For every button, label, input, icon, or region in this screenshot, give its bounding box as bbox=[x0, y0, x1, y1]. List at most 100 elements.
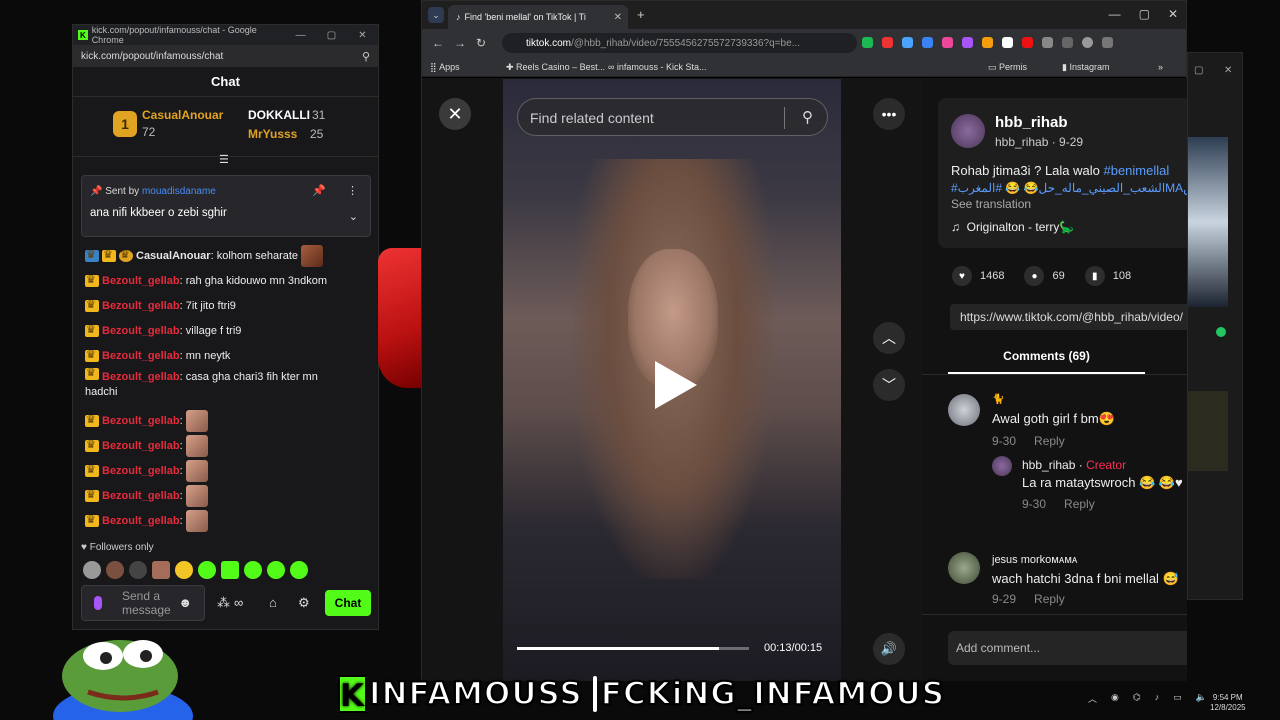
infinity-icon[interactable]: ∞ bbox=[234, 595, 243, 610]
chevron-down-icon[interactable]: ⌄ bbox=[349, 210, 358, 223]
add-comment-input[interactable]: Add comment... bbox=[948, 631, 1187, 665]
gear-icon[interactable]: ⚙ bbox=[298, 595, 310, 611]
author-name[interactable]: hbb_rihab bbox=[995, 114, 1068, 131]
chat-username[interactable]: Bezoult_gellab bbox=[102, 324, 180, 338]
taskbar-clock[interactable]: 9:54 PM 12/8/2025 bbox=[1210, 693, 1246, 713]
progress-bar[interactable] bbox=[517, 647, 749, 650]
music-link[interactable]: ♫ Originalton - terry🦕 bbox=[951, 220, 1074, 234]
caption-hashtags[interactable]: #الشعب_الصيني_ماله_حل😂 😂 #المغربMAونس bbox=[951, 181, 1187, 195]
extension-icon[interactable] bbox=[962, 37, 973, 48]
volume-icon[interactable]: 🔈 bbox=[1196, 692, 1207, 705]
reply-author[interactable]: hbb_rihab bbox=[1022, 458, 1075, 472]
emote-icon[interactable] bbox=[152, 561, 170, 579]
reply-button[interactable]: Reply bbox=[1064, 497, 1095, 511]
zoom-icon[interactable]: ⚲ bbox=[362, 50, 370, 63]
chat-username[interactable]: CasualAnouar bbox=[136, 249, 211, 263]
kick-url-bar[interactable]: kick.com/popout/infamouss/chat ⚲ bbox=[73, 45, 378, 67]
menu-icon[interactable] bbox=[1102, 37, 1113, 48]
puzzle-icon[interactable] bbox=[1042, 37, 1053, 48]
pinned-sender[interactable]: mouadisdaname bbox=[142, 186, 216, 197]
previous-video-button[interactable]: ︿ bbox=[873, 322, 905, 354]
leader-name[interactable]: MrYusss bbox=[248, 127, 297, 141]
thumbnail[interactable] bbox=[1188, 391, 1228, 471]
network-icon[interactable]: ▭ bbox=[1173, 692, 1182, 705]
store-icon[interactable]: ⌂ bbox=[269, 595, 277, 610]
new-tab-icon[interactable]: + bbox=[637, 7, 645, 22]
minimize-icon[interactable]: — bbox=[1109, 7, 1121, 21]
see-translation-link[interactable]: See translation bbox=[951, 197, 1031, 211]
pinned-message[interactable]: 📌 Sent by mouadisdaname 📌 ⋮ ana nifi kkb… bbox=[81, 175, 371, 237]
share-url-field[interactable]: https://www.tiktok.com/@hbb_rihab/video/ bbox=[950, 304, 1187, 330]
media-icon[interactable] bbox=[1062, 37, 1073, 48]
extension-icon[interactable] bbox=[902, 37, 913, 48]
chat-username[interactable]: Bezoult_gellab bbox=[102, 299, 180, 313]
search-icon[interactable]: ⚲ bbox=[802, 108, 813, 126]
find-related-search[interactable]: Find related content ⚲ bbox=[517, 98, 828, 136]
extension-icon[interactable] bbox=[982, 37, 993, 48]
maximize-icon[interactable]: ▢ bbox=[1139, 7, 1150, 21]
tab-tiktok[interactable]: ♪ Find 'beni mellal' on TikTok | Ti ✕ bbox=[448, 5, 628, 29]
chevron-up-icon[interactable]: ︿ bbox=[1088, 692, 1097, 705]
mic-icon[interactable]: ♪ bbox=[1155, 692, 1160, 705]
bookmark-kick[interactable]: ∞ infamouss - Kick Sta... bbox=[608, 62, 706, 72]
like-button[interactable]: ♥ 1468 bbox=[952, 266, 1004, 286]
hashtag-link[interactable]: #benimellal bbox=[1103, 163, 1169, 178]
emote-icon[interactable] bbox=[175, 561, 193, 579]
emote-icon[interactable] bbox=[198, 561, 216, 579]
leader-name[interactable]: CasualAnouar bbox=[142, 108, 223, 122]
extension-icon[interactable] bbox=[1002, 37, 1013, 48]
chat-username[interactable]: Bezoult_gellab bbox=[102, 371, 180, 383]
expand-arrow-icon[interactable]: ☰ bbox=[219, 153, 229, 166]
emote-icon[interactable] bbox=[106, 561, 124, 579]
more-icon[interactable]: ⋮ bbox=[347, 184, 358, 197]
emoji-icon[interactable]: ☻ bbox=[178, 595, 192, 610]
avatar[interactable] bbox=[948, 394, 980, 426]
emote-icon[interactable] bbox=[129, 561, 147, 579]
mic-icon[interactable] bbox=[94, 596, 102, 610]
leader-name[interactable]: DOKKALLI bbox=[248, 108, 310, 122]
save-button[interactable]: ▮ 108 bbox=[1084, 266, 1131, 286]
close-icon[interactable]: ✕ bbox=[1168, 7, 1178, 21]
chat-send-button[interactable]: Chat bbox=[325, 590, 371, 616]
reply-button[interactable]: Reply bbox=[1034, 434, 1065, 448]
emote-icon[interactable] bbox=[290, 561, 308, 579]
chat-username[interactable]: Bezoult_gellab bbox=[102, 514, 180, 528]
comment-username[interactable]: 🐈 bbox=[992, 394, 1004, 405]
close-icon[interactable]: ✕ bbox=[347, 30, 378, 41]
address-bar[interactable]: tiktok.com/@hbb_rihab/video/755545627557… bbox=[502, 33, 857, 53]
extension-icon[interactable] bbox=[942, 37, 953, 48]
maximize-icon[interactable]: ▢ bbox=[316, 30, 347, 41]
minimize-icon[interactable]: — bbox=[285, 30, 316, 41]
pin-icon[interactable]: 📌 bbox=[312, 184, 326, 197]
chat-tools-icon[interactable]: ⁂ bbox=[217, 595, 230, 611]
comment-username[interactable]: jesus morkoᴍᴀᴍᴀ bbox=[992, 554, 1077, 566]
close-icon[interactable]: ✕ bbox=[1224, 65, 1232, 76]
reload-icon[interactable]: ↻ bbox=[476, 36, 486, 50]
chat-username[interactable]: Bezoult_gellab bbox=[102, 274, 180, 288]
tab-comments[interactable]: Comments (69) bbox=[948, 346, 1145, 374]
emote-icon[interactable] bbox=[221, 561, 239, 579]
reply-button[interactable]: Reply bbox=[1034, 592, 1065, 606]
extension-icon[interactable] bbox=[1022, 37, 1033, 48]
maximize-icon[interactable]: ▢ bbox=[1194, 65, 1203, 76]
emote-icon[interactable] bbox=[267, 561, 285, 579]
avatar[interactable] bbox=[951, 114, 985, 148]
bookmark-reels[interactable]: ✚ Reels Casino – Best... bbox=[506, 62, 605, 73]
avatar[interactable] bbox=[948, 552, 980, 584]
close-button[interactable]: ✕ bbox=[439, 98, 471, 130]
forward-icon[interactable]: → bbox=[454, 36, 466, 50]
extension-icon[interactable] bbox=[922, 37, 933, 48]
comment-button[interactable]: ● 69 bbox=[1024, 266, 1065, 286]
avatar[interactable] bbox=[992, 456, 1012, 476]
bookmarks-overflow-icon[interactable]: » bbox=[1158, 62, 1163, 72]
thumbnail[interactable] bbox=[1188, 137, 1228, 307]
close-tab-icon[interactable]: ✕ bbox=[614, 12, 622, 23]
bookmark-apps[interactable]: ⣿ Apps bbox=[430, 62, 460, 73]
tab-search-icon[interactable]: ⌄ bbox=[428, 7, 444, 23]
bookmark-permis[interactable]: ▭ Permis bbox=[988, 62, 1027, 73]
chat-username[interactable]: Bezoult_gellab bbox=[102, 489, 180, 503]
chat-username[interactable]: Bezoult_gellab bbox=[102, 349, 180, 363]
more-options-button[interactable]: ••• bbox=[873, 98, 905, 130]
volume-button[interactable]: 🔊 bbox=[873, 633, 905, 665]
back-icon[interactable]: ← bbox=[432, 36, 444, 50]
